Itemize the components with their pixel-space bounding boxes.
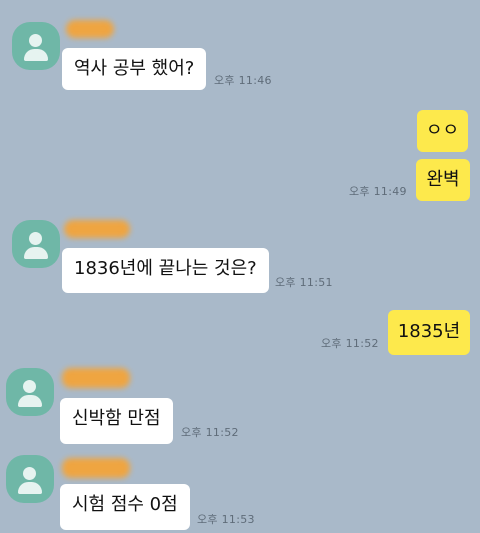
avatar-head-shape (23, 467, 36, 480)
message-bubble-outgoing[interactable]: 1835년 (388, 310, 470, 355)
message-bubble-incoming[interactable]: 신박함 만점 (60, 398, 173, 444)
message-bubble-incoming[interactable]: 시험 점수 0점 (60, 484, 190, 530)
avatar-body-shape (24, 247, 48, 259)
message-timestamp: 오후 11:49 (349, 185, 407, 198)
message-text: 역사 공부 했어? (74, 58, 195, 79)
message-timestamp: 오후 11:46 (214, 74, 272, 87)
message-bubble-outgoing[interactable]: 완벽 (416, 159, 470, 201)
profile-avatar-icon[interactable] (6, 455, 54, 503)
message-text: 완벽 (426, 169, 460, 190)
message-text: 1835년 (397, 321, 461, 342)
message-text: 시험 점수 0점 (72, 494, 178, 515)
sender-name-redacted (64, 220, 130, 238)
message-text: ㅇㅇ (425, 120, 460, 141)
message-text: 1836년에 끝나는 것은? (74, 258, 257, 279)
message-timestamp: 오후 11:52 (181, 426, 239, 439)
profile-avatar-icon[interactable] (12, 220, 60, 268)
profile-avatar-icon[interactable] (6, 368, 54, 416)
avatar-head-shape (29, 232, 42, 245)
message-bubble-incoming[interactable]: 1836년에 끝나는 것은? (62, 248, 269, 293)
message-timestamp: 오후 11:52 (321, 337, 379, 350)
avatar-body-shape (24, 49, 48, 61)
message-timestamp: 오후 11:51 (275, 276, 333, 289)
message-bubble-incoming[interactable]: 역사 공부 했어? (62, 48, 207, 90)
avatar-body-shape (18, 395, 42, 407)
sender-name-redacted (62, 368, 130, 388)
avatar-head-shape (29, 34, 42, 47)
message-bubble-outgoing[interactable]: ㅇㅇ (417, 110, 468, 152)
profile-avatar-icon[interactable] (12, 22, 60, 70)
chat-window: 역사 공부 했어? 오후 11:46 ㅇㅇ 완벽 오후 11:49 1836년에… (0, 0, 480, 533)
sender-name-redacted (62, 458, 130, 478)
avatar-body-shape (18, 482, 42, 494)
sender-name-redacted (66, 20, 114, 38)
message-timestamp: 오후 11:53 (197, 513, 255, 526)
message-text: 신박함 만점 (72, 408, 161, 429)
avatar-head-shape (23, 380, 36, 393)
